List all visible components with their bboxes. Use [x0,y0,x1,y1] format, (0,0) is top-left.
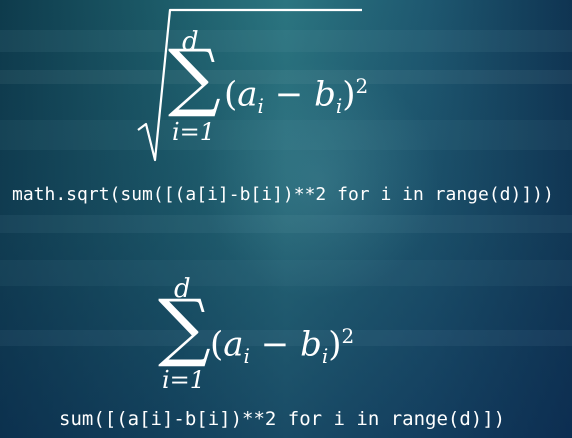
sum-term: (ai − bi)2 [210,324,355,369]
sigma-symbol: ∑ [158,284,211,370]
term-a-subscript: i [243,344,250,369]
code-line-sqrt: math.sqrt(sum([(a[i]-b[i])**2 for i in r… [12,184,554,205]
sum-term: (ai − bi)2 [224,74,369,119]
exponent: 2 [341,324,355,348]
term-a-subscript: i [257,94,264,119]
sum-lower-limit: i=1 [172,118,216,146]
term-b-subscript: i [335,94,343,119]
term-b: b [314,74,336,115]
term-a: a [237,74,258,115]
sum-lower-limit: i=1 [162,366,206,394]
term-b: b [300,324,322,365]
code-line-sum: sum([(a[i]-b[i])**2 for i in range(d)]) [59,408,506,430]
term-a: a [223,324,244,365]
sigma-symbol: ∑ [168,34,221,120]
exponent: 2 [355,74,369,98]
term-b-subscript: i [321,344,329,369]
